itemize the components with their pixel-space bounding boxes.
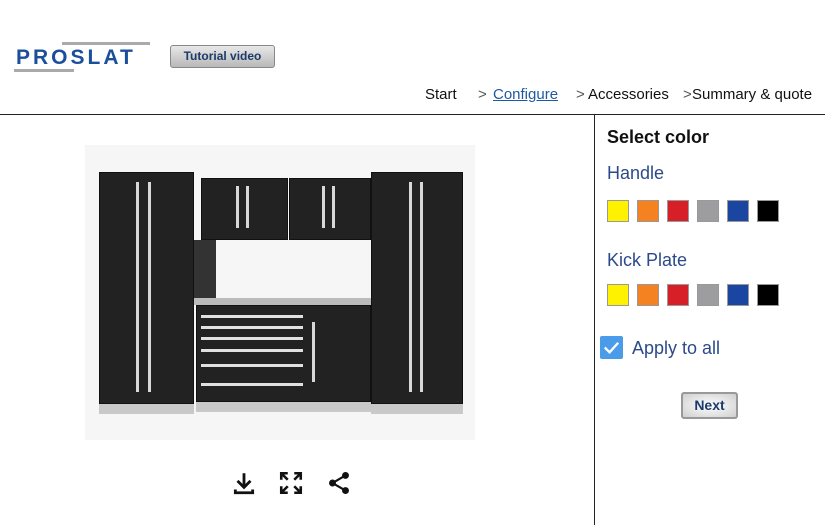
handle [409, 182, 412, 392]
handle-color-swatch[interactable] [727, 200, 749, 222]
next-button[interactable]: Next [681, 392, 738, 419]
drawer-handle [201, 326, 303, 329]
drawer-handle [201, 383, 303, 386]
download-icon[interactable] [231, 470, 257, 496]
drawer-handle [201, 349, 303, 352]
kick-plate [371, 404, 463, 414]
handle-color-swatch[interactable] [697, 200, 719, 222]
handle-color-swatch[interactable] [667, 200, 689, 222]
header-divider [0, 114, 825, 115]
share-icon[interactable] [326, 470, 352, 496]
apply-to-all-checkbox[interactable] [600, 336, 623, 359]
logo-bar [62, 42, 150, 45]
kick-plate [196, 402, 371, 412]
tutorial-video-button[interactable]: Tutorial video [170, 45, 275, 68]
nav-accessories[interactable]: Accessories [588, 86, 669, 103]
base-cabinet [196, 305, 371, 402]
apply-to-all-label[interactable]: Apply to all [632, 338, 720, 359]
checkmark-icon [603, 341, 620, 354]
drawer-handle [201, 364, 303, 367]
handle [322, 186, 325, 228]
worktop [194, 298, 372, 305]
wall-cabinet [201, 178, 288, 240]
nav-separator: > [683, 86, 692, 103]
handle-color-swatch[interactable] [757, 200, 779, 222]
proslat-logo[interactable]: PROSLAT [14, 42, 150, 72]
kick-plate-color-swatch[interactable] [607, 284, 629, 306]
nav-separator: > [478, 86, 487, 103]
kick-plate-color-swatch[interactable] [757, 284, 779, 306]
tall-cabinet-left [99, 172, 194, 404]
nav-separator: > [576, 86, 585, 103]
kick-plate-color-swatch[interactable] [727, 284, 749, 306]
panel-divider [594, 114, 595, 525]
fullscreen-icon[interactable] [278, 470, 304, 496]
backsplash [194, 240, 216, 298]
kick-plate-color-swatch[interactable] [697, 284, 719, 306]
handle-label: Handle [607, 163, 665, 183]
wall-cabinet [289, 178, 371, 240]
handle [420, 182, 423, 392]
kick-plate-label: Kick Plate [607, 250, 688, 270]
kick-plate [99, 404, 194, 414]
nav-summary-quote[interactable]: Summary & quote [692, 86, 812, 103]
tall-cabinet-right [371, 172, 463, 404]
nav-start[interactable]: Start [425, 86, 457, 103]
select-color-title: Select color [607, 127, 710, 147]
nav-configure[interactable]: Configure [493, 86, 558, 103]
handle [136, 182, 139, 392]
drawer-handle [201, 315, 303, 318]
kick-plate-color-swatch[interactable] [637, 284, 659, 306]
handle-color-swatch[interactable] [607, 200, 629, 222]
handle [246, 186, 249, 228]
handle [148, 182, 151, 392]
logo-text: PROSLAT [16, 46, 136, 69]
handle-color-swatch[interactable] [637, 200, 659, 222]
drawer-handle [201, 337, 303, 340]
handle [332, 186, 335, 228]
kick-plate-color-swatch[interactable] [667, 284, 689, 306]
handle [236, 186, 239, 228]
handle [312, 322, 315, 382]
